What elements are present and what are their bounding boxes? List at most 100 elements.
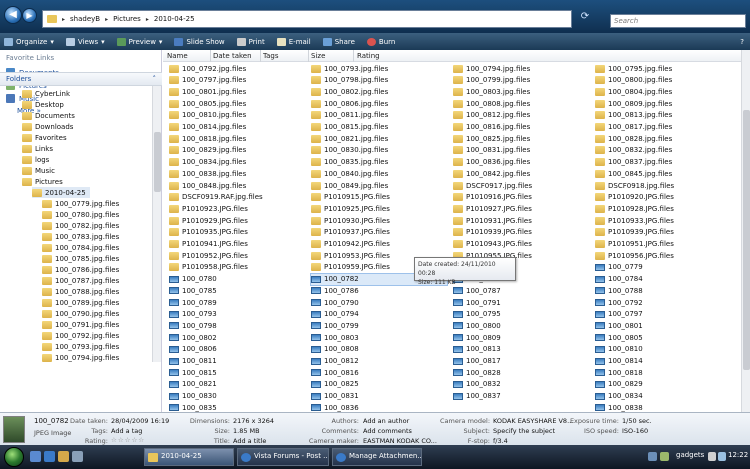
switch-windows-icon[interactable] [72, 451, 83, 462]
file-item[interactable]: 100_0804.jpg.files [595, 86, 672, 97]
file-item[interactable]: 100_0837 [453, 391, 501, 402]
tree-item[interactable]: 100_0789.jpg.files [42, 297, 119, 308]
file-item[interactable]: 100_0816.jpg.files [453, 122, 530, 133]
file-item[interactable]: 100_0831.jpg.files [453, 145, 530, 156]
file-item[interactable]: 100_0834.jpg.files [169, 157, 246, 168]
column-tags[interactable]: Tags [263, 52, 279, 60]
start-button[interactable] [4, 447, 24, 467]
folders-header[interactable]: Folders ˄ [0, 72, 162, 86]
column-name[interactable]: Name [167, 52, 188, 60]
file-item[interactable]: 100_0792 [595, 297, 643, 308]
value-comments[interactable]: Add comments [363, 427, 412, 435]
file-item[interactable]: P1010925.JPG.files [311, 203, 390, 214]
file-item[interactable]: 100_0784 [595, 274, 643, 285]
file-item[interactable]: 100_0817 [453, 356, 501, 367]
tree-item[interactable]: 100_0793.jpg.files [42, 341, 119, 352]
tree-item[interactable]: Favorites [22, 132, 67, 143]
file-item[interactable]: 100_0838.jpg.files [169, 168, 246, 179]
search-input[interactable]: Search [610, 14, 746, 28]
file-item[interactable]: P1010915.JPG.files [311, 192, 390, 203]
file-item[interactable]: 100_0815 [169, 367, 217, 378]
value-tags[interactable]: Add a tag [111, 427, 142, 435]
file-item[interactable]: 100_0829.jpg.files [169, 145, 246, 156]
file-item[interactable]: P1010928.JPG.files [595, 203, 674, 214]
file-item[interactable]: 100_0790 [311, 297, 359, 308]
file-item[interactable]: 100_0810.jpg.files [169, 110, 246, 121]
tree-item[interactable]: Music [22, 165, 55, 176]
file-item[interactable]: 100_0817.jpg.files [595, 122, 672, 133]
tree-item[interactable]: 100_0787.jpg.files [42, 275, 119, 286]
file-item[interactable]: P1010941.JPG.files [169, 239, 248, 250]
file-item[interactable]: 100_0779 [595, 262, 643, 273]
file-item[interactable]: 100_0798.jpg.files [311, 75, 388, 86]
file-item[interactable]: 100_0792.jpg.files [169, 63, 246, 74]
file-item[interactable]: 100_0815.jpg.files [311, 122, 388, 133]
file-item[interactable]: 100_0829 [595, 379, 643, 390]
file-item[interactable]: 100_0838 [595, 402, 643, 412]
tree-item[interactable]: 100_0785.jpg.files [42, 253, 119, 264]
file-item[interactable]: 100_0832 [453, 379, 501, 390]
file-item[interactable]: 100_0830.jpg.files [311, 145, 388, 156]
tree-item[interactable]: 100_0782.jpg.files [42, 220, 119, 231]
file-list-scrollbar[interactable] [741, 50, 750, 412]
slide-show-button[interactable]: Slide Show [174, 37, 225, 46]
file-item[interactable]: DSCF0917.jpg.files [453, 180, 532, 191]
file-item[interactable]: P1010942.JPG.files [311, 239, 390, 250]
file-item[interactable]: 100_0800.jpg.files [595, 75, 672, 86]
file-item[interactable]: 100_0811.jpg.files [311, 110, 388, 121]
file-item[interactable]: P1010916.JPG.files [453, 192, 532, 203]
column-size[interactable]: Size [311, 52, 325, 60]
file-item[interactable]: 100_0805 [595, 332, 643, 343]
show-desktop-icon[interactable] [30, 451, 41, 462]
file-item[interactable]: P1010939.JPG.files [453, 227, 532, 238]
file-item[interactable]: 100_0785 [169, 285, 217, 296]
taskbar-explorer[interactable]: 2010-04-25 [144, 448, 234, 466]
file-item[interactable]: 100_0818 [595, 367, 643, 378]
file-item[interactable]: 100_0806 [169, 344, 217, 355]
tree-item[interactable]: 100_0788.jpg.files [42, 286, 119, 297]
file-item[interactable]: 100_0825 [311, 379, 359, 390]
file-item[interactable]: P1010943.JPG.files [453, 239, 532, 250]
file-item[interactable]: 100_0814 [595, 356, 643, 367]
file-item[interactable]: P1010935.JPG.files [169, 227, 248, 238]
file-item[interactable]: 100_0849.jpg.files [311, 180, 388, 191]
preview-button[interactable]: Preview ▾ [116, 37, 162, 46]
file-item[interactable]: P1010937.JPG.files [311, 227, 390, 238]
file-item[interactable]: 100_0811 [169, 356, 217, 367]
file-item[interactable]: 100_0802 [169, 332, 217, 343]
file-item[interactable]: 100_0835 [169, 402, 217, 412]
breadcrumb-shadeyB[interactable]: shadeyB [70, 15, 100, 23]
file-item[interactable]: P1010933.JPG.files [595, 215, 674, 226]
file-item[interactable]: 100_0831 [311, 391, 359, 402]
help-icon[interactable]: ? [740, 38, 744, 46]
file-item[interactable]: 100_0798 [169, 320, 217, 331]
column-divider[interactable] [353, 50, 354, 62]
file-item[interactable]: 100_0812.jpg.files [453, 110, 530, 121]
tray-icon[interactable] [660, 452, 669, 461]
forward-button[interactable]: ▶ [22, 8, 37, 23]
file-item[interactable]: 100_0816 [311, 367, 359, 378]
file-item[interactable]: 100_0809.jpg.files [595, 98, 672, 109]
file-item[interactable]: P1010920.JPG.files [595, 192, 674, 203]
file-item[interactable]: 100_0835.jpg.files [311, 157, 388, 168]
value-title[interactable]: Add a title [233, 437, 266, 445]
tree-item[interactable]: 100_0780.jpg.files [42, 209, 119, 220]
file-item[interactable]: P1010959.JPG.files [311, 262, 390, 273]
file-item[interactable]: 100_0801 [595, 320, 643, 331]
file-item[interactable]: 100_0848.jpg.files [169, 180, 246, 191]
file-item[interactable]: 100_0805.jpg.files [169, 98, 246, 109]
tray-icon[interactable] [648, 452, 657, 461]
file-item[interactable]: 100_0797 [595, 309, 643, 320]
file-scroll-thumb[interactable] [743, 110, 750, 370]
tree-item[interactable]: 100_0783.jpg.files [42, 231, 119, 242]
value-subject[interactable]: Specify the subject [493, 427, 555, 435]
media-icon[interactable] [58, 451, 69, 462]
file-item[interactable]: P1010930.JPG.files [311, 215, 390, 226]
gadgets-toolbar[interactable]: gadgets [676, 451, 704, 459]
tree-item[interactable]: 100_0794.jpg.files [42, 352, 119, 362]
file-item[interactable]: 100_0825.jpg.files [453, 133, 530, 144]
tree-item[interactable]: Desktop [22, 99, 64, 110]
file-item[interactable]: 100_0794 [311, 309, 359, 320]
tree-item[interactable]: Pictures [22, 176, 63, 187]
file-item[interactable]: 100_0828.jpg.files [595, 133, 672, 144]
